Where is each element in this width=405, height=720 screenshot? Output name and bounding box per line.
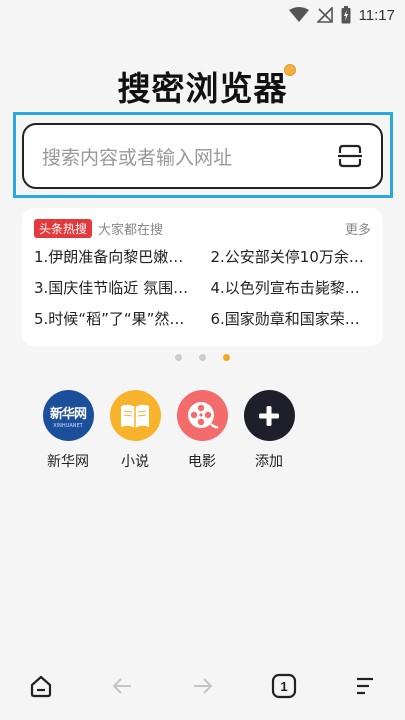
pager-dot[interactable] [175, 354, 182, 361]
hot-item[interactable]: 2.公安部关停10万余… [211, 248, 372, 267]
status-time: 11:17 [358, 6, 395, 24]
status-bar: 11:17 [0, 0, 405, 30]
search-input[interactable]: 搜索内容或者输入网址 [22, 123, 383, 189]
pager-dot-active[interactable] [223, 354, 230, 361]
menu-button[interactable] [345, 666, 385, 706]
scan-icon[interactable] [337, 143, 363, 169]
tab-count: 1 [280, 679, 287, 694]
title-badge-dot [283, 64, 296, 76]
shortcut-add[interactable]: 添加 [243, 390, 295, 471]
book-icon[interactable] [109, 390, 161, 441]
shortcut-grid: 新华网 XINHUANET 新华网 小说 电影 添加 [42, 390, 295, 471]
pager-dot[interactable] [199, 354, 206, 361]
hot-search-card: 头条热搜 大家都在搜 更多 1.伊朗准备向黎巴嫩… 2.公安部关停10万余… 3… [22, 208, 383, 346]
back-button[interactable] [102, 666, 142, 706]
shortcut-label: 电影 [188, 454, 216, 470]
forward-button[interactable] [183, 666, 223, 706]
hot-item[interactable]: 1.伊朗准备向黎巴嫩… [34, 248, 195, 267]
pager-dots [0, 354, 405, 361]
bottom-nav: 1 [0, 660, 405, 720]
search-placeholder: 搜索内容或者输入网址 [42, 146, 233, 169]
shortcut-movie[interactable]: 电影 [176, 390, 228, 471]
back-arrow-icon [112, 678, 131, 694]
xinhua-logo-icon[interactable]: 新华网 XINHUANET [42, 390, 94, 441]
film-reel-icon[interactable] [176, 390, 228, 441]
wifi-icon [288, 7, 309, 22]
hot-item[interactable]: 4.以色列宣布击毙黎… [211, 279, 372, 298]
battery-charging-icon [341, 6, 351, 24]
app-title-text: 搜密浏览器 [117, 69, 288, 108]
no-signal-icon [316, 7, 333, 23]
shortcut-label: 添加 [255, 454, 283, 470]
app-title: 搜密浏览器 [117, 62, 296, 110]
hot-item[interactable]: 3.国庆佳节临近 氛围… [34, 279, 195, 298]
shortcut-xinhua[interactable]: 新华网 XINHUANET 新华网 [42, 390, 94, 471]
shortcut-novel[interactable]: 小说 [109, 390, 161, 471]
home-button[interactable] [21, 666, 61, 706]
tabs-button[interactable]: 1 [264, 666, 304, 706]
plus-icon[interactable] [243, 390, 295, 441]
tabs-icon: 1 [271, 673, 296, 699]
forward-arrow-icon [193, 678, 212, 694]
shortcut-label: 新华网 [47, 454, 89, 470]
shortcut-label: 小说 [121, 454, 149, 470]
hot-item[interactable]: 5.时候“稻”了“果”然好… [34, 310, 195, 329]
home-icon [30, 675, 51, 698]
hot-item[interactable]: 6.国家勋章和国家荣… [211, 310, 372, 329]
more-link[interactable]: 更多 [345, 219, 371, 238]
menu-icon [356, 677, 373, 695]
hot-subtitle: 大家都在搜 [98, 222, 164, 238]
hot-badge: 头条热搜 [34, 218, 93, 238]
